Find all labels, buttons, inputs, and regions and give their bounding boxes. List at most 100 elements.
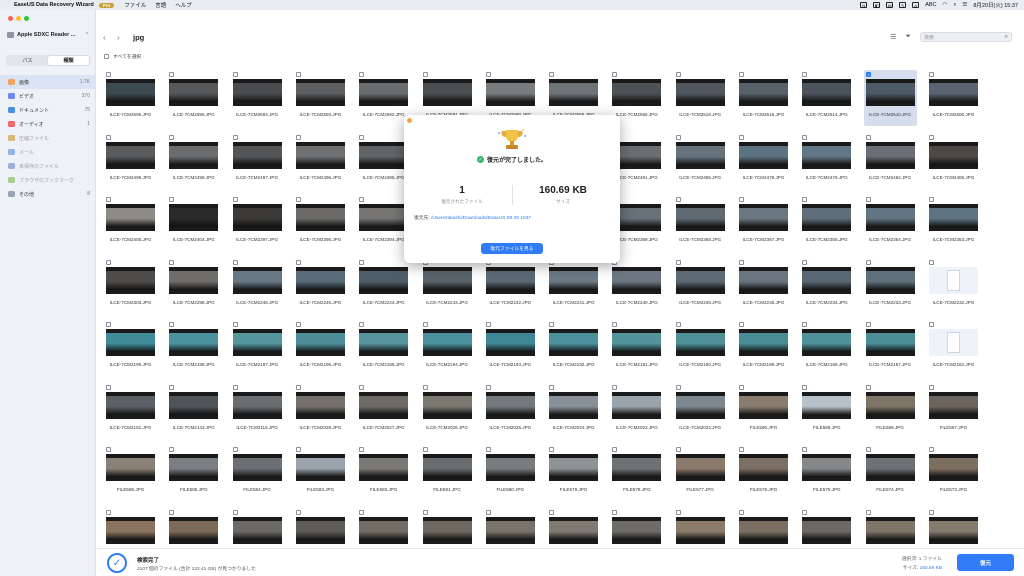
file-tile[interactable]: ILCE-7CM2298.JPG — [167, 258, 220, 314]
menu-language[interactable]: 言語 — [155, 1, 166, 9]
file-checkbox[interactable] — [612, 322, 618, 327]
file-tile[interactable]: ILCE-7CM2510.JPG — [863, 70, 917, 126]
file-tile[interactable] — [167, 508, 220, 551]
sidebar-category[interactable]: オーディオ 1 — [0, 117, 96, 131]
file-tile[interactable]: FILE584.JPG — [231, 445, 284, 501]
file-checkbox[interactable] — [928, 384, 934, 390]
file-checkbox[interactable] — [675, 322, 681, 327]
file-tile[interactable] — [927, 508, 980, 551]
menubar-clock[interactable]: 8月20日(火) 15:37 — [973, 1, 1018, 9]
file-checkbox[interactable] — [612, 384, 618, 390]
file-checkbox[interactable] — [232, 72, 238, 77]
file-tile[interactable]: FILE590.JPG — [737, 383, 790, 439]
file-checkbox[interactable] — [359, 134, 365, 140]
file-tile[interactable]: ILCE-7CM2241.JPG — [547, 258, 600, 314]
file-checkbox[interactable] — [106, 72, 111, 77]
file-tile[interactable]: FILE582.JPG — [357, 445, 410, 501]
file-checkbox[interactable] — [169, 384, 175, 390]
file-checkbox[interactable] — [295, 322, 301, 327]
file-tile[interactable]: ILCE-7CM2404.JPG — [167, 195, 220, 251]
tab-type[interactable]: 種類 — [48, 56, 89, 65]
file-checkbox[interactable] — [422, 509, 428, 515]
file-checkbox[interactable] — [612, 447, 618, 452]
file-checkbox[interactable] — [865, 447, 871, 452]
file-tile[interactable]: ILCE-7CM2368.JPG — [674, 195, 727, 251]
file-checkbox[interactable] — [295, 384, 301, 390]
file-tile[interactable]: ILCE-7CM2406.JPG — [927, 133, 980, 189]
file-checkbox[interactable] — [359, 509, 365, 515]
file-tile[interactable]: FILE588.JPG — [864, 383, 917, 439]
file-tile[interactable]: ILCE-7CM2495.JPG — [357, 133, 410, 189]
file-checkbox[interactable] — [739, 384, 744, 390]
file-checkbox[interactable] — [865, 259, 871, 265]
file-checkbox[interactable] — [169, 197, 175, 202]
file-tile[interactable]: ILCE-7CM2234.JPG — [800, 258, 853, 314]
file-checkbox[interactable] — [295, 197, 301, 202]
file-checkbox[interactable] — [359, 322, 365, 327]
file-checkbox[interactable] — [422, 384, 428, 390]
file-tile[interactable]: ILCE-7CM2025.JPG — [484, 383, 537, 439]
sidebar-category[interactable]: 未保存のファイル — [0, 159, 96, 173]
file-checkbox[interactable] — [295, 259, 301, 265]
select-all-row[interactable]: すべてを選択 — [104, 53, 141, 60]
file-checkbox[interactable] — [359, 259, 365, 265]
file-checkbox[interactable] — [802, 72, 808, 77]
file-tile[interactable]: ILCE-7CM2197.JPG — [231, 320, 284, 376]
file-checkbox[interactable] — [106, 384, 111, 390]
file-checkbox[interactable] — [802, 134, 808, 140]
file-checkbox[interactable] — [675, 259, 681, 265]
file-checkbox[interactable] — [106, 322, 111, 327]
file-tile[interactable]: ILCE-7CM2478.JPG — [800, 133, 853, 189]
file-tile[interactable]: ILCE-7CM2500.JPG — [927, 70, 980, 126]
file-checkbox[interactable] — [865, 197, 871, 202]
select-all-checkbox[interactable] — [104, 54, 109, 59]
file-tile[interactable]: ILCE-7CM2240.JPG — [610, 258, 663, 314]
file-checkbox[interactable] — [169, 72, 175, 77]
menu-app-name[interactable]: EaseUS Data Recovery Wizard — [14, 2, 94, 8]
file-tile[interactable]: ILCE-7CM2593.JPG — [294, 70, 347, 126]
file-tile[interactable]: ILCE-7CM2195.JPG — [357, 320, 410, 376]
file-tile[interactable] — [610, 508, 663, 551]
file-tile[interactable]: ILCE-7CM2194.JPG — [421, 320, 474, 376]
close-dialog-button[interactable] — [407, 118, 412, 123]
file-checkbox[interactable] — [549, 509, 555, 515]
sidebar-category[interactable]: ドキュメント 75 — [0, 103, 96, 117]
file-tile[interactable]: ILCE-7CM2151.JPG — [104, 383, 157, 439]
file-tile[interactable]: ILCE-7CM2199.JPG — [104, 320, 157, 376]
control-center-icon[interactable]: ☰ — [962, 2, 967, 8]
sidebar-category[interactable]: 画像 1.7K — [0, 75, 96, 89]
sidebar-category[interactable]: メール — [0, 145, 96, 159]
file-checkbox[interactable] — [928, 134, 934, 140]
file-checkbox[interactable] — [485, 72, 491, 77]
file-checkbox[interactable] — [549, 322, 555, 327]
file-tile[interactable] — [674, 508, 727, 551]
file-checkbox[interactable] — [675, 509, 681, 515]
file-checkbox[interactable] — [295, 509, 301, 515]
file-tile[interactable]: ILCE-7CM2397.JPG — [231, 195, 284, 251]
file-checkbox[interactable] — [359, 72, 365, 77]
search-input[interactable]: 検索 ⌕ — [920, 32, 1012, 42]
file-tile[interactable] — [800, 508, 853, 551]
file-checkbox[interactable] — [739, 322, 744, 327]
file-tile[interactable]: FILE586.JPG — [104, 445, 157, 501]
wifi-icon[interactable]: ◠ — [943, 2, 948, 8]
file-tile[interactable]: FILE574.JPG — [864, 445, 917, 501]
file-checkbox[interactable] — [232, 259, 238, 265]
file-tile[interactable]: ILCE-7CM2498.JPG — [167, 133, 220, 189]
file-tile[interactable] — [231, 508, 284, 551]
file-checkbox[interactable] — [295, 72, 301, 77]
sidebar-category[interactable]: 圧縮ファイル — [0, 131, 96, 145]
file-tile[interactable] — [421, 508, 474, 551]
file-checkbox[interactable] — [739, 197, 744, 202]
sidebar-category[interactable]: ビデオ 370 — [0, 89, 96, 103]
file-checkbox[interactable] — [865, 509, 871, 515]
close-window-button[interactable] — [8, 16, 13, 21]
file-tile[interactable]: FILE585.JPG — [167, 445, 220, 501]
file-checkbox[interactable] — [106, 509, 111, 515]
file-checkbox[interactable] — [739, 72, 744, 77]
file-tile[interactable]: FILE578.JPG — [610, 445, 663, 501]
zoom-window-button[interactable] — [24, 16, 29, 21]
file-tile[interactable]: ILCE-7CM2188.JPG — [800, 320, 853, 376]
file-tile[interactable]: ILCE-7CM2497.JPG — [231, 133, 284, 189]
file-tile[interactable]: ILCE-7CM2232.JPG — [927, 258, 980, 314]
